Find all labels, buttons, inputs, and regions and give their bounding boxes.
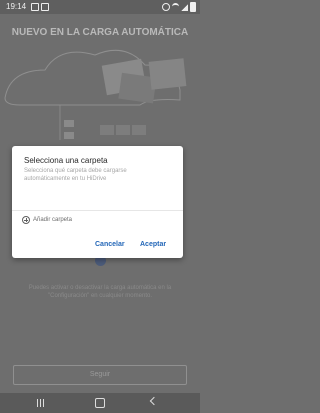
status-right-icons (162, 2, 196, 12)
status-bar: 19:14 (0, 0, 200, 14)
signal-icon (181, 3, 188, 11)
status-left-icons (31, 3, 49, 11)
status-time: 19:14 (6, 2, 27, 11)
page-title: NUEVO EN LA CARGA AUTOMÁTICA (11, 27, 189, 38)
cloud-illustration (4, 49, 187, 140)
select-folder-dialog: Selecciona una carpeta Selecciona qué ca… (12, 146, 183, 258)
home-icon[interactable] (95, 398, 105, 408)
navigation-bar (0, 393, 200, 413)
add-circle-icon (22, 216, 30, 224)
dialog-title: Selecciona una carpeta (24, 156, 108, 165)
battery-icon (190, 2, 196, 12)
cancel-button[interactable]: Cancelar (95, 241, 125, 248)
wifi-icon (172, 3, 179, 11)
dialog-subtitle: Selecciona qué carpeta debe cargarse aut… (24, 168, 127, 182)
dialog-divider (12, 210, 183, 211)
add-folder-label: Añadir carpeta (33, 217, 73, 223)
accept-button[interactable]: Aceptar (140, 241, 166, 248)
recents-icon[interactable] (37, 399, 45, 407)
image-icon (41, 3, 49, 11)
back-icon[interactable] (149, 396, 159, 406)
upload-icon (31, 3, 39, 11)
add-folder-button[interactable]: Añadir carpeta (22, 214, 122, 226)
settings-hint: Puedes activar o desactivar la carga aut… (28, 285, 172, 299)
mute-icon (162, 3, 170, 11)
continue-button: Seguir (13, 365, 187, 385)
